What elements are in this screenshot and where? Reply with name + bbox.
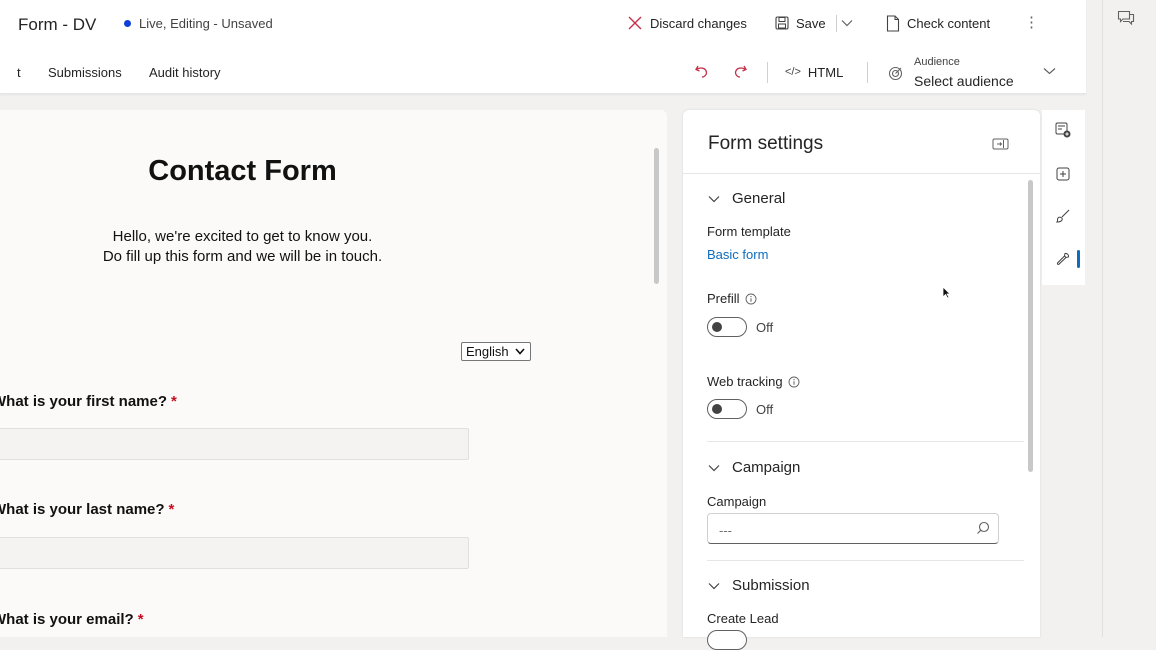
prefill-toggle[interactable] bbox=[707, 317, 747, 337]
form-template-label: Form template bbox=[707, 224, 791, 239]
section-heading: Submission bbox=[732, 577, 810, 594]
language-value: English bbox=[466, 344, 509, 359]
section-campaign-header[interactable]: Campaign bbox=[708, 459, 800, 476]
question-text: What is your email? bbox=[0, 611, 134, 628]
cursor-icon bbox=[942, 286, 951, 299]
section-general-header[interactable]: General bbox=[708, 190, 785, 207]
required-marker: * bbox=[137, 611, 144, 628]
add-section-icon[interactable] bbox=[1055, 122, 1071, 138]
discard-label: Discard changes bbox=[650, 15, 747, 31]
search-icon[interactable] bbox=[976, 521, 990, 535]
discard-changes-button[interactable]: Discard changes bbox=[627, 12, 747, 34]
required-marker: * bbox=[168, 501, 175, 518]
dismiss-icon bbox=[627, 15, 643, 31]
save-options-button[interactable] bbox=[832, 12, 862, 34]
chevron-down-icon[interactable] bbox=[1043, 67, 1056, 75]
undo-icon[interactable] bbox=[693, 62, 711, 80]
question-label: What is your email? * bbox=[0, 611, 144, 628]
divider bbox=[707, 560, 1024, 561]
prefill-label-row: Prefill bbox=[707, 291, 757, 306]
settings-title: Form settings bbox=[708, 133, 824, 154]
audience-select[interactable]: Select audience bbox=[914, 73, 1014, 89]
web-tracking-label: Web tracking bbox=[707, 374, 783, 389]
campaign-placeholder: --- bbox=[719, 523, 732, 538]
chevron-down-icon bbox=[708, 195, 720, 203]
prefill-toggle-row: Off bbox=[707, 317, 773, 337]
add-element-icon[interactable] bbox=[1055, 166, 1071, 182]
form-intro-line: Do fill up this form and we will be in t… bbox=[102, 248, 383, 265]
question-label: What is your last name? * bbox=[0, 501, 174, 518]
language-select[interactable]: English bbox=[461, 342, 531, 361]
create-lead-toggle[interactable] bbox=[707, 630, 747, 650]
question-text: What is your first name? bbox=[0, 393, 168, 410]
divider bbox=[683, 173, 1040, 174]
active-indicator bbox=[1077, 250, 1080, 268]
brush-icon[interactable] bbox=[1055, 208, 1071, 224]
check-content-button[interactable]: Check content bbox=[886, 12, 990, 34]
settings-wrench-icon[interactable] bbox=[1055, 251, 1071, 267]
first-name-field[interactable] bbox=[0, 428, 469, 460]
status-dot bbox=[124, 20, 131, 27]
collapse-panel-icon[interactable] bbox=[992, 138, 1009, 150]
web-tracking-toggle[interactable] bbox=[707, 399, 747, 419]
form-template-link[interactable]: Basic form bbox=[707, 247, 768, 262]
info-icon[interactable] bbox=[788, 376, 800, 388]
page-title: Form - DV bbox=[18, 15, 97, 34]
web-tracking-label-row: Web tracking bbox=[707, 374, 800, 389]
chevron-down-icon bbox=[708, 464, 720, 472]
prefill-state: Off bbox=[756, 319, 774, 335]
chevron-down-icon bbox=[515, 348, 525, 355]
question-text: What is your last name? bbox=[0, 501, 165, 518]
question-label: What is your first name? * bbox=[0, 393, 177, 410]
html-label: HTML bbox=[807, 64, 844, 80]
audience-label: Audience bbox=[914, 56, 960, 68]
save-button[interactable]: Save bbox=[775, 12, 826, 34]
tab-partial[interactable]: t bbox=[17, 65, 21, 80]
campaign-label: Campaign bbox=[707, 494, 767, 509]
audience-icon bbox=[888, 66, 903, 81]
chevron-down-icon bbox=[841, 19, 853, 27]
divider bbox=[867, 62, 868, 83]
check-content-label: Check content bbox=[907, 15, 991, 31]
panel-border bbox=[1102, 0, 1103, 637]
save-icon bbox=[775, 16, 789, 30]
campaign-search-input[interactable]: --- bbox=[707, 513, 999, 544]
form-intro-line: Hello, we're excited to get to know you. bbox=[112, 228, 373, 245]
prefill-label: Prefill bbox=[707, 291, 740, 306]
settings-scrollbar[interactable] bbox=[1028, 180, 1033, 472]
code-icon: </> bbox=[785, 66, 801, 78]
section-heading: General bbox=[732, 190, 786, 207]
section-submission-header[interactable]: Submission bbox=[708, 577, 810, 594]
required-marker: * bbox=[171, 393, 177, 410]
web-tracking-toggle-row: Off bbox=[707, 399, 773, 419]
form-heading: Contact Form bbox=[148, 155, 337, 187]
status-text: Live, Editing - Unsaved bbox=[139, 16, 273, 31]
divider bbox=[707, 441, 1024, 442]
tab-audit-history[interactable]: Audit history bbox=[149, 65, 221, 80]
save-label: Save bbox=[796, 15, 826, 31]
chevron-down-icon bbox=[708, 582, 720, 590]
create-lead-label: Create Lead bbox=[707, 611, 779, 626]
document-check-icon bbox=[886, 14, 900, 32]
last-name-field[interactable] bbox=[0, 537, 469, 569]
info-icon[interactable] bbox=[745, 293, 757, 305]
divider bbox=[767, 62, 768, 83]
more-icon[interactable]: ⋮ bbox=[1024, 13, 1039, 31]
section-heading: Campaign bbox=[732, 459, 801, 476]
web-tracking-state: Off bbox=[756, 401, 774, 417]
feedback-icon[interactable] bbox=[1117, 10, 1135, 26]
canvas-scrollbar[interactable] bbox=[654, 148, 659, 284]
html-button[interactable]: </> HTML bbox=[785, 62, 843, 82]
redo-icon[interactable] bbox=[731, 62, 749, 80]
tab-submissions[interactable]: Submissions bbox=[48, 65, 122, 80]
